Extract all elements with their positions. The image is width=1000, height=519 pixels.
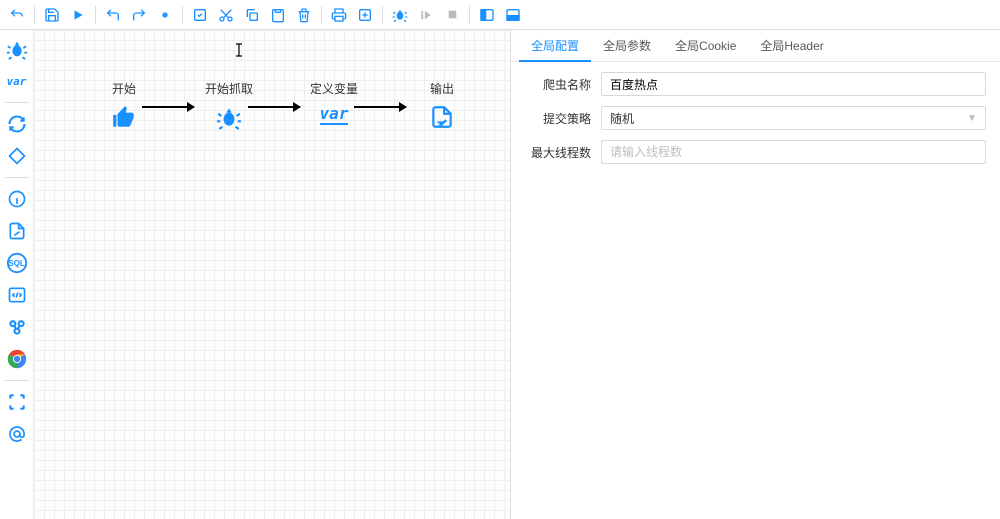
separator (95, 6, 96, 24)
flow-canvas[interactable]: 开始 开始抓取 定义变量 var 输出 (34, 30, 510, 519)
tab-global-config[interactable]: 全局配置 (519, 31, 591, 62)
node-palette: var SQL (0, 30, 34, 519)
palette-var-icon[interactable]: var (2, 66, 32, 96)
separator (34, 6, 35, 24)
crawler-name-label: 爬虫名称 (511, 76, 601, 93)
palette-sql-icon[interactable]: SQL (2, 248, 32, 278)
node-label: 开始抓取 (205, 80, 253, 97)
print-icon[interactable] (328, 4, 350, 26)
node-label: 定义变量 (310, 80, 358, 97)
node-output[interactable]: 输出 (412, 80, 472, 131)
max-threads-input[interactable] (601, 140, 986, 164)
node-label: 输出 (430, 80, 454, 97)
chevron-down-icon: ▼ (967, 113, 977, 124)
separator (469, 6, 470, 24)
delete-icon[interactable] (293, 4, 315, 26)
tab-global-cookie[interactable]: 全局Cookie (663, 31, 748, 62)
palette-chrome-icon[interactable] (2, 344, 32, 374)
forward-icon[interactable] (128, 4, 150, 26)
tab-global-header[interactable]: 全局Header (748, 31, 835, 62)
file-output-icon (428, 103, 456, 131)
separator (321, 6, 322, 24)
crawler-name-input[interactable] (601, 72, 986, 96)
save-icon[interactable] (41, 4, 63, 26)
cut-icon[interactable] (215, 4, 237, 26)
stop-icon[interactable] (441, 4, 463, 26)
palette-diamond-icon[interactable] (2, 141, 32, 171)
palette-code-icon[interactable] (2, 280, 32, 310)
var-icon: var (320, 103, 348, 125)
config-panel: 全局配置 全局参数 全局Cookie 全局Header 爬虫名称 提交策略 随机… (510, 30, 1000, 519)
export-icon[interactable] (354, 4, 376, 26)
palette-link-icon[interactable] (2, 312, 32, 342)
submit-strategy-label: 提交策略 (511, 110, 601, 127)
debug-icon[interactable] (389, 4, 411, 26)
flow-arrow (142, 106, 194, 108)
node-label: 开始 (112, 80, 136, 97)
palette-capture-icon[interactable] (2, 387, 32, 417)
split-left-icon[interactable] (476, 4, 498, 26)
palette-at-icon[interactable] (2, 419, 32, 449)
separator (5, 102, 29, 103)
tab-global-params[interactable]: 全局参数 (591, 31, 663, 62)
palette-file-icon[interactable] (2, 216, 32, 246)
separator (382, 6, 383, 24)
node-define-var[interactable]: 定义变量 var (304, 80, 364, 125)
undo-icon[interactable] (6, 4, 28, 26)
thumbs-up-icon (110, 103, 138, 131)
separator (5, 177, 29, 178)
top-toolbar (0, 0, 1000, 30)
palette-loop-icon[interactable] (2, 109, 32, 139)
split-bottom-icon[interactable] (502, 4, 524, 26)
palette-crawler-icon[interactable] (2, 34, 32, 64)
marker-icon[interactable] (154, 4, 176, 26)
flow-arrow (354, 106, 406, 108)
reply-icon[interactable] (102, 4, 124, 26)
config-tabs: 全局配置 全局参数 全局Cookie 全局Header (511, 30, 1000, 62)
palette-info-icon[interactable] (2, 184, 32, 214)
bug-icon (215, 103, 243, 131)
copy-icon[interactable] (241, 4, 263, 26)
paste-icon[interactable] (267, 4, 289, 26)
step-icon[interactable] (415, 4, 437, 26)
submit-strategy-select[interactable]: 随机 ▼ (601, 106, 986, 130)
config-form: 爬虫名称 提交策略 随机 ▼ 最大线程数 (511, 62, 1000, 184)
select-icon[interactable] (189, 4, 211, 26)
select-value: 随机 (610, 110, 634, 127)
separator (5, 380, 29, 381)
max-threads-label: 最大线程数 (511, 144, 601, 161)
run-icon[interactable] (67, 4, 89, 26)
flow-arrow (248, 106, 300, 108)
separator (182, 6, 183, 24)
